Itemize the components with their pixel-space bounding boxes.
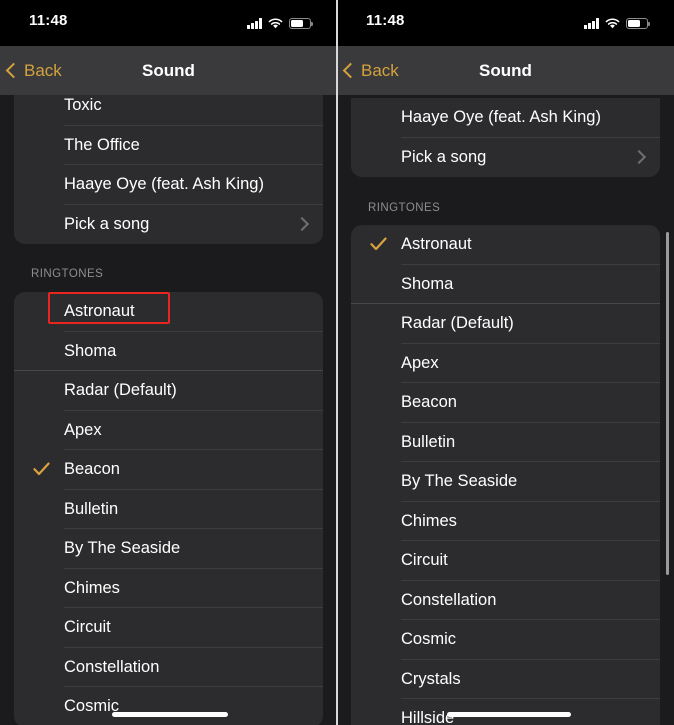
list-item-label: Astronaut (64, 302, 135, 321)
list-item[interactable]: Haaye Oye (feat. Ash King) (14, 165, 323, 205)
wifi-icon (605, 18, 620, 29)
list-item-label: Beacon (64, 460, 120, 479)
screen-before: Toxic The Office Haaye Oye (feat. Ash King… (0, 0, 337, 725)
list-item[interactable]: Cosmic (351, 620, 660, 660)
list-item-label: Apex (401, 353, 439, 372)
list-item-label: Constellation (401, 590, 497, 609)
vertical-scrollbar[interactable] (665, 232, 669, 575)
list-item-label: Beacon (401, 393, 457, 412)
status-bar-icons (584, 13, 650, 29)
list-item[interactable]: Cosmic (14, 687, 323, 725)
list-item[interactable]: Crystals (351, 660, 660, 699)
list-item[interactable]: Bulletin (14, 490, 323, 529)
home-indicator-after (447, 712, 571, 717)
list-item-label: Circuit (64, 618, 111, 637)
list-item-label: Radar (Default) (401, 314, 514, 333)
list-item[interactable]: By The Seaside (351, 462, 660, 502)
ringtones-card: Astronaut Shoma Radar (Default) Apex Beacon B… (14, 292, 323, 725)
list-item-label: Haaye Oye (feat. Ash King) (401, 108, 601, 127)
list-item-label: Haaye Oye (feat. Ash King) (64, 175, 264, 194)
list-item[interactable]: Apex (351, 344, 660, 383)
wifi-icon (268, 18, 283, 29)
ringtones-section-header: RINGTONES (368, 202, 441, 214)
list-item[interactable]: Constellation (14, 648, 323, 687)
list-item-label: Constellation (64, 657, 160, 676)
list-item[interactable]: Bulletin (351, 423, 660, 462)
cellular-signal-icon (247, 18, 262, 29)
list-item-label: Cosmic (64, 697, 120, 716)
list-item-label: Hillside (401, 709, 455, 725)
list-item-label: The Office (64, 135, 140, 154)
list-item-label: Cosmic (401, 630, 457, 649)
list-item[interactable]: Pick a song (351, 138, 660, 178)
panel-divider (336, 0, 338, 725)
status-bar-icons (247, 13, 313, 29)
list-item[interactable]: Astronaut (14, 292, 323, 332)
list-item[interactable]: Circuit (351, 541, 660, 581)
list-item[interactable]: Chimes (14, 569, 323, 608)
songs-card: Toxic The Office Haaye Oye (feat. Ash King… (14, 86, 323, 244)
chevron-right-icon (631, 150, 647, 165)
navigation-bar-after: Back Sound (337, 46, 674, 95)
list-item[interactable]: Pick a song (14, 205, 323, 245)
list-item[interactable]: Constellation (351, 581, 660, 620)
list-item-label: Bulletin (401, 432, 456, 451)
list-item[interactable]: Haaye Oye (feat. Ash King) (351, 98, 660, 138)
status-bar-clock: 11:48 (366, 12, 405, 29)
home-indicator-before (112, 712, 228, 717)
cellular-signal-icon (584, 18, 599, 29)
list-item-label: Pick a song (401, 147, 487, 166)
battery-icon (289, 18, 313, 29)
list-item[interactable]: Shoma (14, 332, 323, 371)
list-item-label: Pick a song (64, 214, 150, 233)
navigation-bar-before: Back Sound (0, 46, 337, 95)
checkmark-icon (33, 462, 50, 478)
screen-after: Haaye Oye (feat. Ash King) Pick a song RI… (337, 0, 674, 725)
settings-scroll-view-after[interactable]: Haaye Oye (feat. Ash King) Pick a song RI… (337, 0, 674, 725)
chevron-right-icon (294, 217, 310, 232)
list-item-label: Apex (64, 420, 102, 439)
list-item-label: Crystals (401, 669, 461, 688)
list-item[interactable]: Beacon (14, 450, 323, 490)
list-item-label: Radar (Default) (64, 381, 177, 400)
list-item-label: Chimes (401, 511, 457, 530)
list-item-label: Shoma (64, 341, 117, 360)
list-item[interactable]: Radar (Default) (351, 304, 660, 344)
songs-card: Haaye Oye (feat. Ash King) Pick a song (351, 98, 660, 177)
battery-icon (626, 18, 650, 29)
list-item-label: Chimes (64, 578, 120, 597)
list-item-label: Bulletin (64, 499, 119, 518)
list-item[interactable]: Circuit (14, 608, 323, 648)
list-item-label: By The Seaside (401, 472, 518, 491)
ringtones-section-header: RINGTONES (31, 268, 104, 280)
page-title: Sound (479, 60, 532, 80)
list-item[interactable]: Apex (14, 411, 323, 450)
status-bar-before: 11:48 (0, 0, 337, 46)
list-item[interactable]: The Office (14, 126, 323, 165)
list-item[interactable]: Astronaut (351, 225, 660, 265)
list-item-label: By The Seaside (64, 539, 181, 558)
list-item[interactable]: Chimes (351, 502, 660, 541)
list-item[interactable]: Radar (Default) (14, 371, 323, 411)
status-bar-after: 11:48 (337, 0, 674, 46)
list-item-label: Shoma (401, 274, 454, 293)
page-title: Sound (142, 60, 195, 80)
list-item-label: Circuit (401, 551, 448, 570)
screenshot-pair: Toxic The Office Haaye Oye (feat. Ash King… (0, 0, 674, 725)
list-item[interactable]: By The Seaside (14, 529, 323, 569)
list-item[interactable]: Beacon (351, 383, 660, 423)
list-item-label: Toxic (64, 96, 102, 115)
ringtones-card: Astronaut Shoma Radar (Default) Apex Beacon B… (351, 225, 660, 725)
status-bar-clock: 11:48 (29, 12, 68, 29)
checkmark-icon (370, 237, 387, 253)
settings-scroll-view-before[interactable]: Toxic The Office Haaye Oye (feat. Ash King… (0, 0, 337, 725)
list-item-label: Astronaut (401, 235, 472, 254)
list-item[interactable]: Shoma (351, 265, 660, 304)
